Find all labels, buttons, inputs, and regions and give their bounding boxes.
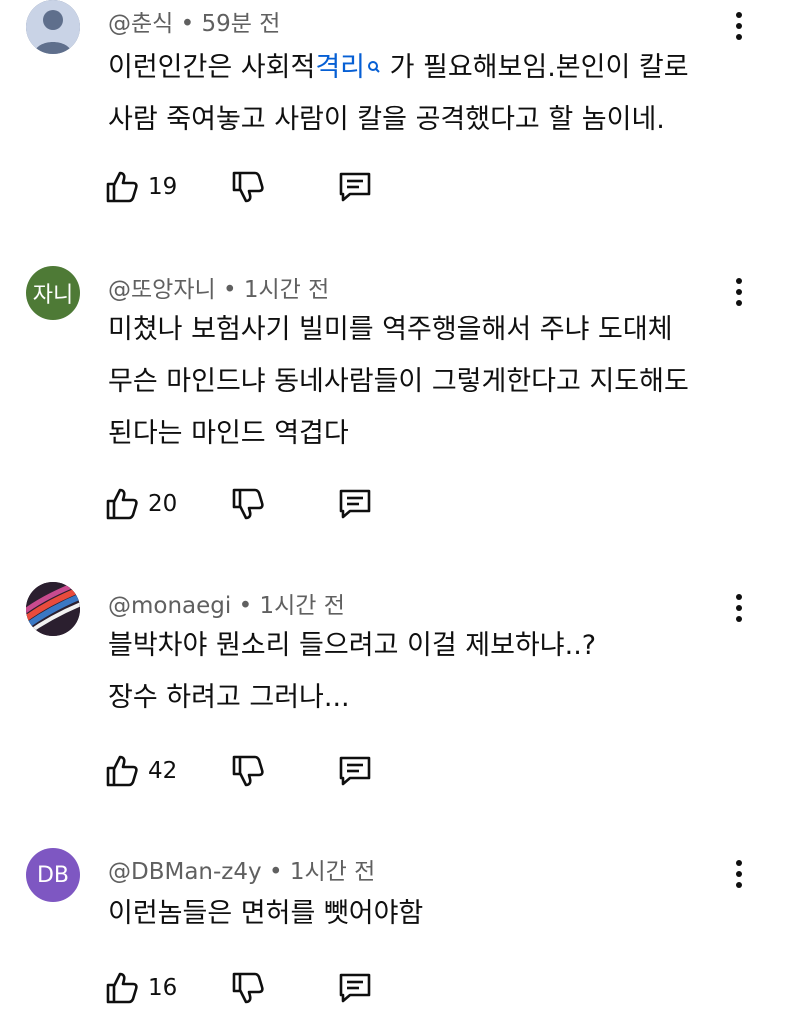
like-button[interactable]: 20 bbox=[104, 484, 177, 524]
reply-icon bbox=[339, 973, 371, 1003]
comment-line: 된다는 마인드 역겹다 bbox=[108, 418, 349, 449]
reply-icon bbox=[339, 489, 371, 519]
comment-actions: 19 bbox=[104, 167, 404, 207]
more-options-button[interactable] bbox=[724, 6, 754, 46]
thumb-down-icon bbox=[232, 488, 264, 520]
avatar[interactable] bbox=[26, 0, 80, 54]
comment-actions: 16 bbox=[104, 968, 404, 1008]
avatar[interactable]: 자니 bbox=[26, 266, 80, 320]
like-count: 42 bbox=[148, 758, 178, 784]
timestamp[interactable]: 1시간 전 bbox=[290, 859, 375, 885]
timestamp[interactable]: 1시간 전 bbox=[260, 593, 345, 619]
comment-line: 사람 죽여놓고 사람이 칼을 공격했다고 할 놈이네. bbox=[108, 104, 665, 135]
comment-line: 무슨 마인드냐 동네사람들이 그렇게한다고 지도해도 bbox=[108, 366, 689, 397]
separator: • bbox=[268, 859, 283, 885]
thumb-down-icon bbox=[232, 171, 264, 203]
comment-line: 이런놈들은 면허를 뺏어야함 bbox=[108, 898, 424, 929]
avatar[interactable]: DB bbox=[26, 848, 80, 902]
dislike-button[interactable] bbox=[230, 484, 266, 524]
comment-text: 블박차야 뭔소리 들으려고 이걸 제보하냐..? 장수 하려고 그러나... bbox=[108, 620, 748, 724]
comment-meta: @monaegi • 1시간 전 bbox=[108, 586, 345, 620]
avatar-image bbox=[26, 582, 80, 636]
thumb-up-icon bbox=[106, 171, 138, 203]
like-button[interactable]: 16 bbox=[104, 968, 177, 1008]
like-button[interactable]: 19 bbox=[104, 167, 177, 207]
search-icon[interactable] bbox=[367, 42, 381, 94]
more-options-button[interactable] bbox=[724, 588, 754, 628]
author-name[interactable]: @춘식 bbox=[108, 11, 173, 37]
like-count: 16 bbox=[148, 975, 178, 1001]
separator: • bbox=[222, 277, 237, 303]
reply-icon bbox=[339, 756, 371, 786]
dislike-button[interactable] bbox=[230, 167, 266, 207]
comment-text: 이런인간은 사회적격리 가 필요해보임.본인이 칼로 사람 죽여놓고 사람이 칼… bbox=[108, 42, 748, 146]
comment-line: 미쳤나 보험사기 빌미를 역주행을해서 주냐 도대체 bbox=[108, 314, 673, 345]
reply-button[interactable] bbox=[336, 167, 374, 207]
comment-line: 장수 하려고 그러나... bbox=[108, 682, 350, 713]
comment-text: 이런놈들은 면허를 뺏어야함 bbox=[108, 888, 748, 940]
comment-meta: @DBMan-z4y • 1시간 전 bbox=[108, 852, 375, 886]
thumb-up-icon bbox=[106, 972, 138, 1004]
more-options-button[interactable] bbox=[724, 272, 754, 312]
comment-text-segment: 가 필요해보임.본인이 칼로 bbox=[381, 52, 689, 83]
reply-icon bbox=[339, 172, 371, 202]
timestamp[interactable]: 1시간 전 bbox=[244, 277, 329, 303]
comment-actions: 20 bbox=[104, 484, 404, 524]
comment-meta: @춘식 • 59분 전 bbox=[108, 4, 280, 38]
more-vert-icon bbox=[736, 278, 742, 284]
author-name[interactable]: @DBMan-z4y bbox=[108, 859, 262, 885]
thumb-down-icon bbox=[232, 972, 264, 1004]
author-name[interactable]: @또앙자니 bbox=[108, 277, 216, 303]
more-vert-icon bbox=[736, 594, 742, 600]
thumb-up-icon bbox=[106, 488, 138, 520]
comment-actions: 42 bbox=[104, 751, 404, 791]
reply-button[interactable] bbox=[336, 968, 374, 1008]
author-name[interactable]: @monaegi bbox=[108, 593, 231, 619]
separator: • bbox=[180, 11, 195, 37]
timestamp[interactable]: 59분 전 bbox=[202, 11, 281, 37]
default-avatar-icon bbox=[26, 0, 80, 54]
search-link[interactable]: 격리 bbox=[315, 52, 365, 83]
like-button[interactable]: 42 bbox=[104, 751, 177, 791]
avatar-text: 자니 bbox=[32, 283, 74, 308]
like-count: 20 bbox=[148, 491, 178, 517]
comment-line: 이런인간은 사회적격리 가 필요해보임.본인이 칼로 bbox=[108, 42, 748, 94]
dislike-button[interactable] bbox=[230, 968, 266, 1008]
reply-button[interactable] bbox=[336, 484, 374, 524]
more-options-button[interactable] bbox=[724, 854, 754, 894]
thumb-down-icon bbox=[232, 755, 264, 787]
more-vert-icon bbox=[736, 12, 742, 18]
thumb-up-icon bbox=[106, 755, 138, 787]
dislike-button[interactable] bbox=[230, 751, 266, 791]
comment-meta: @또앙자니 • 1시간 전 bbox=[108, 270, 329, 304]
avatar-text: DB bbox=[36, 862, 70, 888]
like-count: 19 bbox=[148, 174, 178, 200]
comment-line: 블박차야 뭔소리 들으려고 이걸 제보하냐..? bbox=[108, 630, 597, 661]
comment-text: 미쳤나 보험사기 빌미를 역주행을해서 주냐 도대체 무슨 마인드냐 동네사람들… bbox=[108, 304, 748, 460]
avatar[interactable] bbox=[26, 582, 80, 636]
comment-text-segment: 이런인간은 사회적 bbox=[108, 52, 316, 83]
reply-button[interactable] bbox=[336, 751, 374, 791]
more-vert-icon bbox=[736, 860, 742, 866]
separator: • bbox=[238, 593, 253, 619]
